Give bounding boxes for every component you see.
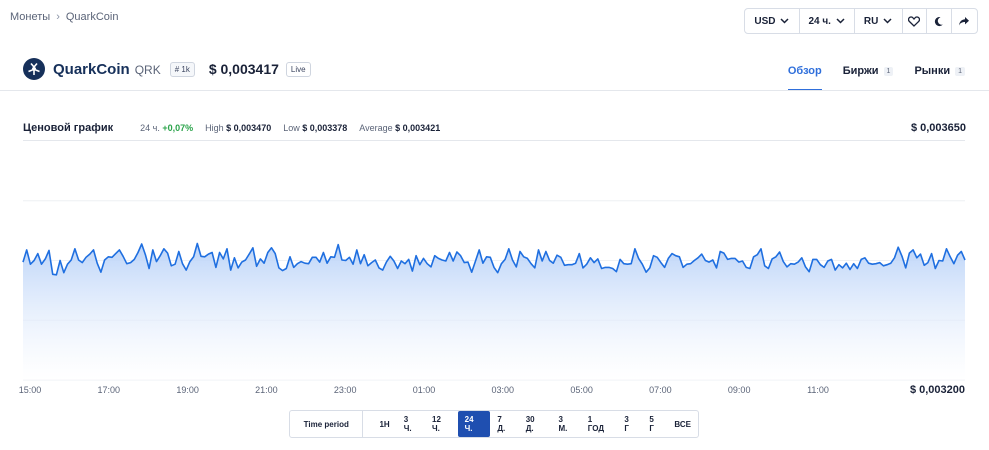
currency-value: USD (754, 15, 776, 27)
x-axis-ticks: 15:00 17:00 19:00 21:00 23:00 01:00 03:00 05:00… (19, 385, 829, 395)
tab-count-badge: 1 (883, 66, 894, 76)
high-stat: High $ 0,003470 (205, 123, 271, 133)
time-period-options: 1Н 3 Ч. 12 Ч. 24 Ч. 7 Д. 30 Д. 3 М. 1 ГОД 3 Г5 Г… (363, 411, 698, 437)
coin-name: QuarkCoin (53, 60, 130, 78)
share-icon (959, 16, 970, 25)
period-option[interactable]: 3 Г (617, 411, 642, 437)
low-stat: Low $ 0,003378 (283, 123, 347, 133)
change-label: 24 ч. (140, 123, 160, 133)
x-tick-label: 23:00 (334, 385, 357, 395)
chart-stats-bar: Ценовой график 24 ч. +0,07% High $ 0,003… (23, 120, 966, 136)
x-tick-label: 11:00 (807, 385, 829, 395)
live-badge: Live (285, 61, 311, 77)
coin-tabs: Обзор Биржи 1 Рынки 1 (787, 64, 965, 91)
time-period-selector: Time period 1Н 3 Ч. 12 Ч. 24 Ч. 7 Д. 30 Д. 3 М… (289, 410, 699, 438)
period-option[interactable]: ВСЕ (667, 416, 698, 433)
tab-count-badge: 1 (955, 66, 965, 76)
currency-select[interactable]: USD (745, 9, 800, 33)
coin-symbol: QRK (134, 63, 161, 77)
period-option[interactable]: 5 Г (642, 411, 667, 437)
average-stat: Average $ 0,003421 (359, 123, 440, 133)
low-label: Low (283, 123, 300, 133)
breadcrumb-root-link[interactable]: Монеты (10, 11, 50, 23)
chevron-down-icon (836, 18, 845, 24)
chevron-right-icon: › (56, 11, 60, 23)
y-axis-min-label: $ 0,003200 (909, 384, 965, 396)
header-divider (0, 90, 989, 91)
coin-header: QuarkCoin QRK # 1k $ 0,003417 Live (23, 58, 311, 80)
coin-price: $ 0,003417 (208, 61, 279, 77)
period-option[interactable]: 3 М. (551, 411, 580, 437)
high-value: $ 0,003470 (226, 123, 272, 133)
period-option[interactable]: 1Н (372, 416, 396, 433)
period-option[interactable]: 1 ГОД (581, 411, 618, 437)
breadcrumb: Монеты › QuarkCoin (10, 11, 118, 23)
x-tick-label: 09:00 (728, 385, 751, 395)
price-chart[interactable]: 15:00 17:00 19:00 21:00 23:00 01:00 03:00 05:00… (0, 141, 989, 401)
average-label: Average (359, 123, 393, 133)
theme-toggle-button[interactable] (927, 9, 952, 33)
period-option[interactable]: 3 Ч. (397, 411, 425, 437)
rank-badge: # 1k (169, 61, 195, 77)
favorite-button[interactable] (903, 9, 928, 33)
breadcrumb-current: QuarkCoin (65, 11, 119, 23)
x-tick-label: 05:00 (570, 385, 593, 395)
language-select[interactable]: RU (855, 9, 903, 33)
change-value: +0,07% (162, 123, 194, 133)
heart-icon (908, 15, 921, 27)
coin-logo-icon (23, 58, 45, 80)
period-option[interactable]: 12 Ч. (425, 411, 458, 437)
chevron-down-icon (780, 18, 789, 24)
tab-overview[interactable]: Обзор (787, 64, 822, 91)
y-axis-max-label: $ 0,003650 (910, 122, 966, 134)
period-option[interactable]: 24 Ч. (457, 411, 491, 437)
average-value: $ 0,003421 (395, 123, 441, 133)
share-button[interactable] (952, 9, 977, 33)
x-tick-label: 07:00 (649, 385, 672, 395)
price-area-fill (23, 243, 965, 380)
low-value: $ 0,003378 (302, 123, 348, 133)
chart-title: Ценовой график (23, 122, 114, 134)
tab-label: Биржи (842, 65, 879, 77)
period-option[interactable]: 7 Д. (490, 411, 518, 437)
x-tick-label: 17:00 (98, 385, 121, 395)
period-select[interactable]: 24 ч. (800, 9, 855, 33)
x-tick-label: 15:00 (19, 385, 42, 395)
change-stat: 24 ч. +0,07% (140, 123, 193, 133)
moon-icon (935, 16, 944, 26)
period-value: 24 ч. (808, 15, 831, 27)
period-option[interactable]: 30 Д. (519, 411, 552, 437)
x-tick-label: 21:00 (255, 385, 278, 395)
x-tick-label: 03:00 (492, 385, 515, 395)
tab-exchanges[interactable]: Биржи 1 (843, 64, 894, 78)
tab-label: Рынки (914, 65, 951, 77)
chevron-down-icon (883, 18, 892, 24)
x-tick-label: 19:00 (176, 385, 199, 395)
tab-label: Обзор (787, 65, 822, 77)
time-period-label: Time period (290, 411, 364, 437)
x-tick-label: 01:00 (413, 385, 436, 395)
high-label: High (205, 123, 224, 133)
language-value: RU (863, 15, 879, 27)
top-controls: USD 24 ч. RU (744, 8, 978, 34)
tab-markets[interactable]: Рынки 1 (914, 64, 965, 78)
